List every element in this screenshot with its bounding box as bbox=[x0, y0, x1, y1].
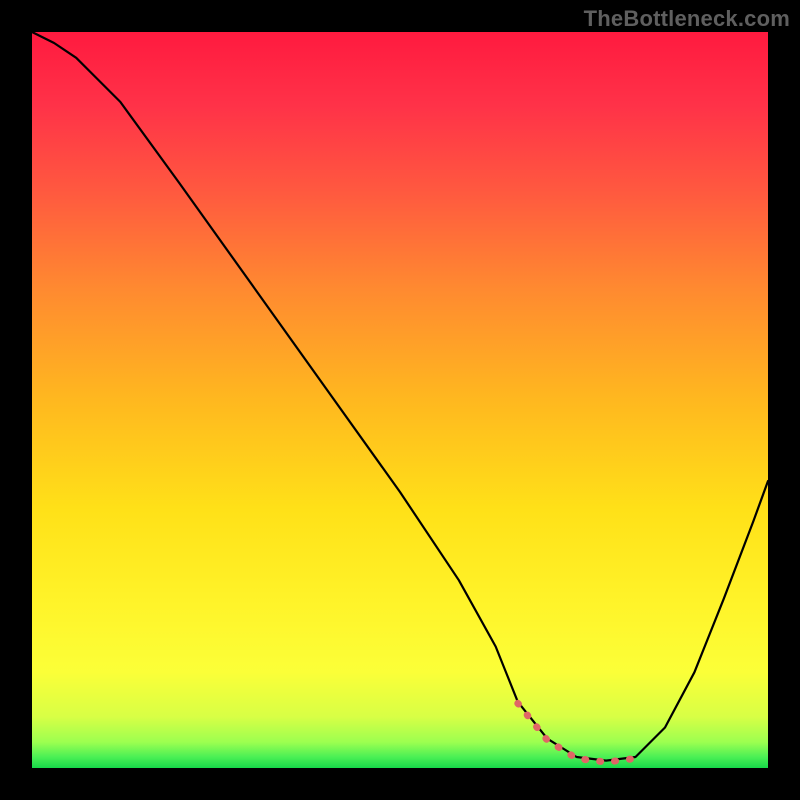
gradient-background bbox=[32, 32, 768, 768]
chart-stage: TheBottleneck.com bbox=[0, 0, 800, 800]
watermark-text: TheBottleneck.com bbox=[584, 6, 790, 32]
bottleneck-plot bbox=[0, 0, 800, 800]
